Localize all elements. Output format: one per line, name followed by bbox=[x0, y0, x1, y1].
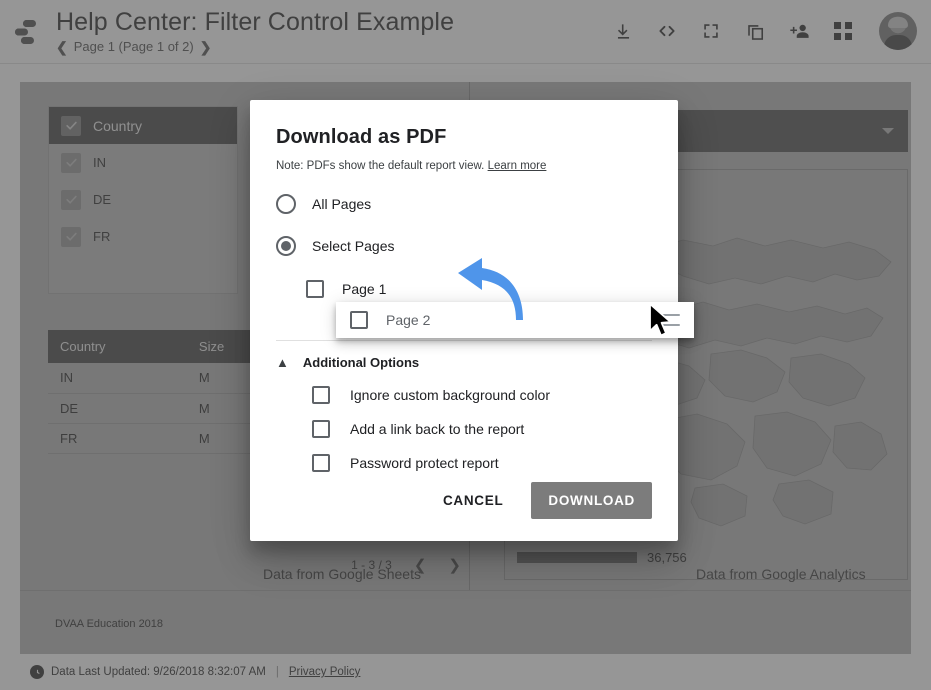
option-label: Ignore custom background color bbox=[350, 387, 550, 403]
checkbox-unchecked-icon[interactable] bbox=[306, 280, 324, 298]
option-add-link-back[interactable]: Add a link back to the report bbox=[276, 420, 652, 438]
option-password-protect[interactable]: Password protect report bbox=[276, 454, 652, 472]
page-selection-list: Page 1 Page 2 Page 2 bbox=[276, 274, 652, 334]
checkbox-unchecked-icon[interactable] bbox=[312, 420, 330, 438]
radio-unchecked-icon[interactable] bbox=[276, 194, 296, 214]
dialog-note-text: Note: PDFs show the default report view. bbox=[276, 160, 484, 172]
option-ignore-background[interactable]: Ignore custom background color bbox=[276, 386, 652, 404]
radio-label: Select Pages bbox=[312, 238, 395, 254]
drag-handle-icon[interactable] bbox=[662, 314, 680, 326]
cancel-button[interactable]: CANCEL bbox=[427, 483, 519, 518]
chevron-up-icon[interactable]: ▲ bbox=[276, 356, 289, 369]
radio-option-select-pages[interactable]: Select Pages bbox=[276, 236, 652, 256]
radio-label: All Pages bbox=[312, 196, 371, 212]
dialog-title: Download as PDF bbox=[276, 126, 652, 149]
additional-options-header[interactable]: ▲ Additional Options bbox=[276, 355, 652, 370]
page-label: Page 2 bbox=[386, 312, 430, 328]
divider bbox=[276, 340, 652, 341]
option-label: Password protect report bbox=[350, 455, 499, 471]
radio-option-all-pages[interactable]: All Pages bbox=[276, 194, 652, 214]
download-as-pdf-dialog: Download as PDF Note: PDFs show the defa… bbox=[250, 100, 678, 541]
page-label: Page 1 bbox=[342, 281, 386, 297]
download-button[interactable]: DOWNLOAD bbox=[531, 482, 652, 519]
page-list-item-1[interactable]: Page 1 bbox=[276, 274, 652, 304]
dialog-actions: CANCEL DOWNLOAD bbox=[427, 482, 652, 519]
checkbox-unchecked-icon[interactable] bbox=[312, 454, 330, 472]
screen: Help Center: Filter Control Example ❮ Pa… bbox=[0, 0, 931, 690]
checkbox-unchecked-icon[interactable] bbox=[350, 311, 368, 329]
dragging-page-list-item[interactable]: Page 2 bbox=[336, 302, 694, 338]
learn-more-link[interactable]: Learn more bbox=[488, 160, 547, 172]
radio-checked-icon[interactable] bbox=[276, 236, 296, 256]
option-label: Add a link back to the report bbox=[350, 421, 524, 437]
dialog-note: Note: PDFs show the default report view.… bbox=[276, 160, 652, 172]
checkbox-unchecked-icon[interactable] bbox=[312, 386, 330, 404]
additional-options-title: Additional Options bbox=[303, 355, 419, 370]
